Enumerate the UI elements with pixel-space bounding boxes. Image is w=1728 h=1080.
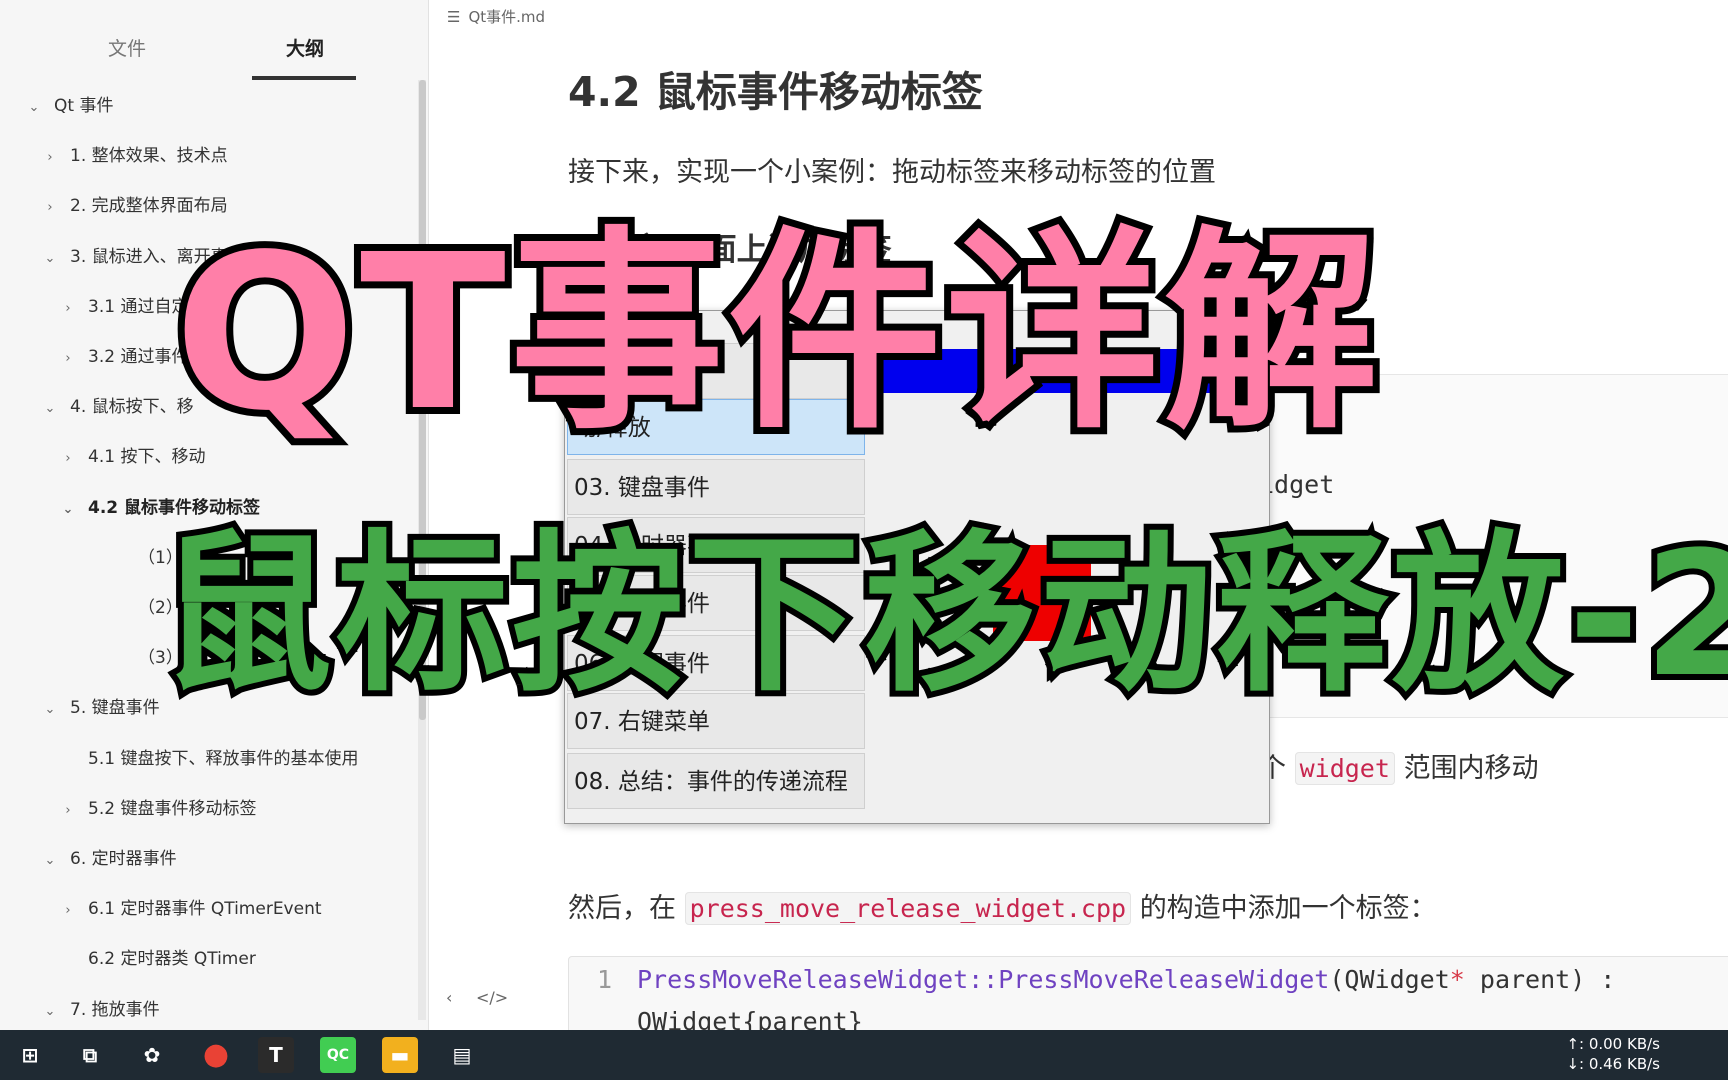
outline-item[interactable]: › 1. 整体效果、技术点 [42,136,228,178]
chevron-down-icon[interactable]: ⌄ [42,389,58,429]
outline-item-label: 5. 键盘事件 [70,698,160,719]
code-token-class: QWidget [1344,965,1450,994]
chevron-down-icon[interactable]: ⌄ [42,841,58,881]
outline-item[interactable]: ⌄ 5. 键盘事件 [42,688,160,728]
chevron-right-icon[interactable]: › [42,188,58,228]
outline-item[interactable]: ⌄ Qt 事件 [26,86,114,128]
tab-files[interactable]: 文件 [108,34,146,61]
qt-list-item[interactable]: 03. 键盘事件 [567,459,865,515]
qtcreator-icon[interactable]: QC [320,1037,356,1073]
net-upload: ↑: 0.00 KB/s [1566,1035,1660,1053]
outline-item[interactable]: › 5.2 键盘事件移动标签 [60,789,256,829]
chevron-right-icon[interactable]: › [42,138,58,178]
code-line-number: 1 [597,965,613,994]
file-explorer-icon[interactable]: ▬ [382,1037,418,1073]
chevron-down-icon[interactable]: ⌄ [60,490,76,530]
outline-item-label: 6. 定时器事件 [70,849,177,869]
code-fragment: idget [1259,470,1335,499]
chevron-down-icon[interactable]: ⌄ [42,239,58,279]
outline-item-label: 1. 整体效果、技术点 [70,146,228,167]
heading-h2: 4.2 鼠标事件移动标签 [568,68,983,116]
sidebar-tabs: 文件 大纲 [0,28,420,82]
code-token-rest: parent) : [1464,965,1616,994]
taskbar: ⊞ ⧉ ✿ ● T QC ▬ ▤ ↑: 0.00 KB/s ↓: 0.46 KB/s [0,1030,1728,1080]
paragraph-then: 然后，在 press_move_release_widget.cpp 的构造中添… [568,886,1437,925]
outline-item[interactable]: › 6.1 定时器事件 QTimerEvent [60,889,322,931]
outline-item-label: 7. 拖放事件 [70,999,160,1020]
code-line-2: QWidget{parent} [637,1007,863,1030]
collapse-sidebar-icon[interactable]: ‹ [446,988,452,1007]
qt-list-item[interactable]: 08. 总结：事件的传递流程 [567,753,865,809]
code-token-function: PressMoveReleaseWidget::PressMoveRelease… [637,965,1330,994]
chevron-right-icon[interactable]: › [60,791,76,831]
outline-item-label: 6.2 定时器类 QTimer [88,949,256,970]
code-block[interactable]: 1 PressMoveReleaseWidget::PressMoveRelea… [568,956,1728,1030]
file-title: ☰ Qt事件.md [447,6,545,27]
chrome-icon[interactable]: ● [198,1037,234,1073]
code-line-1: PressMoveReleaseWidget::PressMoveRelease… [637,965,1615,994]
outline-item[interactable]: 5.1 键盘按下、释放事件的基本使用 [60,739,358,779]
flower-app-icon[interactable]: ✿ [134,1037,170,1073]
chevron-right-icon[interactable]: › [60,289,76,329]
chevron-right-icon[interactable]: › [60,439,76,479]
menu-icon[interactable]: ☰ [447,8,460,26]
inline-code-filename: press_move_release_widget.cpp [684,892,1132,925]
file-name: Qt事件.md [468,8,546,26]
outline-item-label: 6.1 定时器事件 QTimerEvent [88,899,322,920]
source-mode-icon[interactable]: </> [476,988,508,1007]
network-speed: ↑: 0.00 KB/s ↓: 0.46 KB/s [1566,1034,1660,1074]
then-prefix: 然后，在 [568,893,676,924]
outline-item-label: 5.1 键盘按下、释放事件的基本使用 [88,748,359,769]
paragraph-range: 个 widget 范围内移动 [1259,746,1539,785]
chevron-right-icon[interactable]: › [60,339,76,379]
code-token-paren: ( [1329,965,1345,994]
typora-icon[interactable]: T [258,1037,294,1073]
banner-title: QT事件详解 [167,207,1385,461]
chevron-down-icon[interactable]: ⌄ [26,88,42,128]
range-suffix: 范围内移动 [1403,753,1539,784]
inline-code-widget: widget [1294,752,1395,785]
then-suffix: 的构造中添加一个标签： [1139,893,1437,924]
code-token-pointer: * [1449,965,1465,994]
windows-start-icon[interactable]: ⊞ [12,1037,48,1073]
outline-item[interactable]: ⌄ 6. 定时器事件 [42,839,177,879]
outline-item[interactable]: ⌄ 4. 鼠标按下、移 [42,387,194,427]
outline-item-label: Qt 事件 [54,96,114,116]
paragraph-intro: 接下来，实现一个小案例：拖动标签来移动标签的位置 [568,157,1216,188]
outline-item-label: 5.2 键盘事件移动标签 [88,798,257,819]
outline-item[interactable]: 6.2 定时器类 QTimer [60,939,256,979]
chevron-down-icon[interactable]: ⌄ [42,690,58,730]
tab-outline[interactable]: 大纲 [286,34,324,61]
outline-item[interactable]: ⌄ 7. 拖放事件 [42,990,160,1030]
chevron-down-icon[interactable]: ⌄ [42,992,58,1030]
task-view-icon[interactable]: ⧉ [72,1037,108,1073]
app-window-icon[interactable]: ▤ [444,1037,480,1073]
active-tab-indicator [252,76,356,80]
net-download: ↓: 0.46 KB/s [1566,1055,1660,1073]
chevron-right-icon[interactable]: › [60,891,76,931]
banner-subtitle: 鼠标按下移动释放-2 [154,514,1728,716]
